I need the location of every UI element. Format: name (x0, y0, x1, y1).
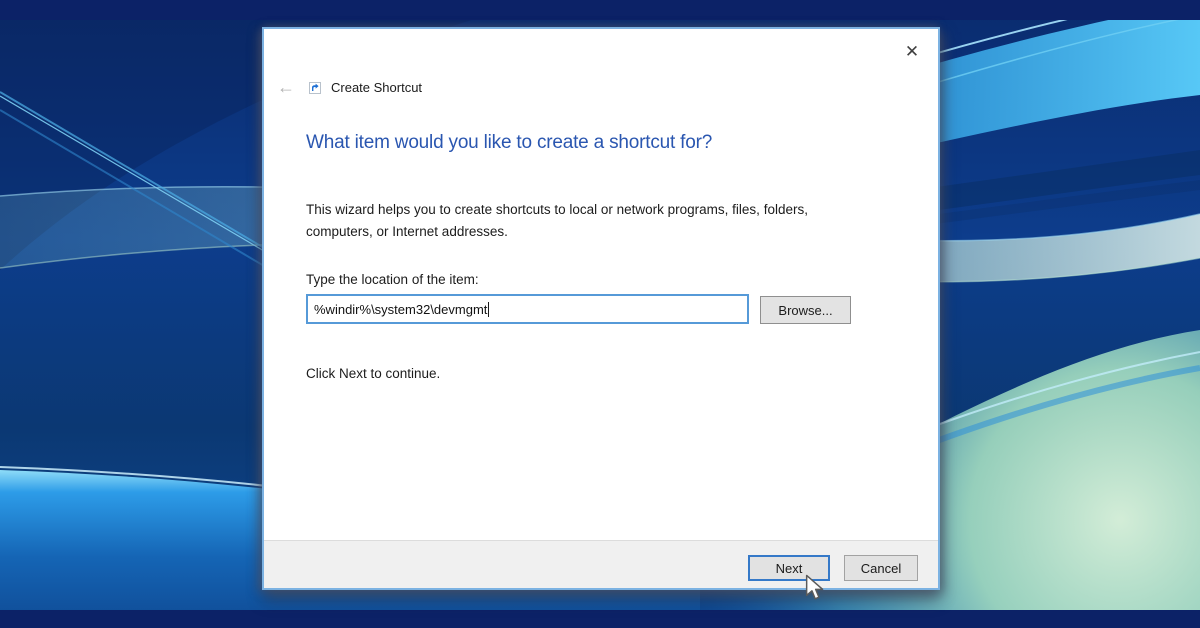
back-button[interactable]: ← (273, 77, 299, 97)
location-label: Type the location of the item: (306, 272, 479, 287)
close-icon: ✕ (905, 42, 919, 61)
wizard-description: This wizard helps you to create shortcut… (306, 199, 854, 244)
location-row: %windir%\system32\devmgmt Browse... (306, 294, 851, 324)
location-input[interactable]: %windir%\system32\devmgmt (306, 294, 749, 324)
dialog-title: Create Shortcut (331, 80, 422, 95)
bottom-letterbox-bar (0, 610, 1200, 628)
back-arrow-icon: ← (277, 77, 295, 97)
location-value: %windir%\system32\devmgmt (314, 302, 487, 317)
top-letterbox-bar (0, 0, 1200, 20)
cancel-button[interactable]: Cancel (844, 555, 918, 581)
wizard-heading: What item would you like to create a sho… (306, 132, 712, 154)
shortcut-icon (309, 81, 321, 93)
text-caret (488, 302, 489, 317)
browse-button[interactable]: Browse... (760, 296, 851, 324)
mouse-cursor (805, 574, 826, 602)
close-button[interactable]: ✕ (898, 38, 926, 66)
create-shortcut-dialog: ✕ ← Create Shortcut What item would you … (262, 27, 940, 590)
next-hint: Click Next to continue. (306, 366, 440, 381)
dialog-footer: Next Cancel (264, 540, 938, 588)
wizard-header: ← Create Shortcut (273, 77, 422, 97)
